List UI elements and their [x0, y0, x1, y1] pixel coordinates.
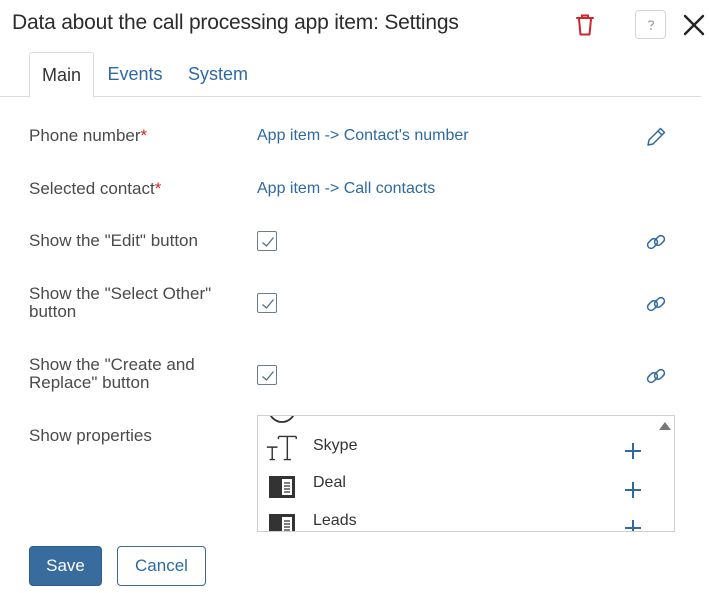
pencil-icon[interactable] — [643, 124, 669, 150]
list-item-label: Skype — [313, 437, 358, 454]
selected-contact-label: Selected contact* — [29, 180, 161, 198]
scroll-up-arrow-icon[interactable] — [659, 422, 671, 430]
checkmark-icon — [262, 371, 274, 381]
show-create-replace-label-line1: Show the "Create and — [29, 355, 195, 374]
show-edit-checkbox[interactable] — [257, 231, 277, 251]
show-select-other-checkbox[interactable] — [257, 293, 277, 313]
phone-number-label: Phone number* — [29, 127, 147, 145]
selected-contact-value[interactable]: App item -> Call contacts — [257, 180, 435, 198]
tab-main[interactable]: Main — [29, 52, 94, 98]
show-create-replace-label: Show the "Create and Replace" button — [29, 356, 195, 392]
tab-events[interactable]: Events — [100, 52, 170, 97]
checkmark-icon — [262, 237, 274, 247]
plus-icon[interactable] — [623, 518, 643, 532]
show-edit-label: Show the "Edit" button — [29, 231, 198, 250]
show-select-other-label: Show the "Select Other" button — [29, 285, 211, 321]
app-card-icon — [269, 476, 295, 498]
circle-icon — [269, 416, 295, 423]
checkmark-icon — [262, 299, 274, 309]
list-item[interactable]: Deal — [266, 472, 656, 506]
show-properties-label: Show properties — [29, 426, 152, 445]
properties-list[interactable]: Skype Deal Leads — [257, 415, 675, 532]
show-select-other-label-line1: Show the "Select Other" — [29, 284, 212, 303]
list-item[interactable]: Leads — [266, 510, 656, 532]
app-card-icon — [269, 514, 295, 531]
tab-system[interactable]: System — [180, 52, 256, 97]
phone-number-label-text: Phone number — [29, 126, 141, 145]
list-item[interactable]: Skype — [266, 433, 656, 467]
show-create-replace-label-line2: Replace" button — [29, 373, 150, 392]
link-icon[interactable] — [643, 363, 669, 389]
help-icon — [647, 19, 654, 30]
save-button[interactable]: Save — [29, 546, 102, 586]
selected-contact-label-text: Selected contact — [29, 179, 155, 198]
plus-icon[interactable] — [623, 480, 643, 500]
close-icon[interactable] — [682, 13, 706, 37]
link-icon[interactable] — [643, 229, 669, 255]
show-create-replace-checkbox[interactable] — [257, 365, 277, 385]
required-mark: * — [154, 179, 162, 198]
dialog-title: Data about the call processing app item:… — [12, 11, 459, 34]
cancel-button[interactable]: Cancel — [117, 546, 206, 586]
show-select-other-label-line2: button — [29, 302, 77, 321]
tab-bar: Main Events System — [0, 52, 701, 98]
link-icon[interactable] — [643, 291, 669, 317]
list-item-label: Deal — [313, 474, 346, 491]
phone-number-value[interactable]: App item -> Contact's number — [257, 127, 469, 145]
plus-icon[interactable] — [623, 441, 643, 461]
text-type-icon — [266, 435, 297, 461]
required-mark: * — [140, 126, 148, 145]
list-item-label: Leads — [313, 512, 357, 529]
help-button[interactable] — [635, 10, 666, 39]
list-item[interactable] — [266, 416, 656, 428]
trash-icon[interactable] — [574, 13, 596, 37]
